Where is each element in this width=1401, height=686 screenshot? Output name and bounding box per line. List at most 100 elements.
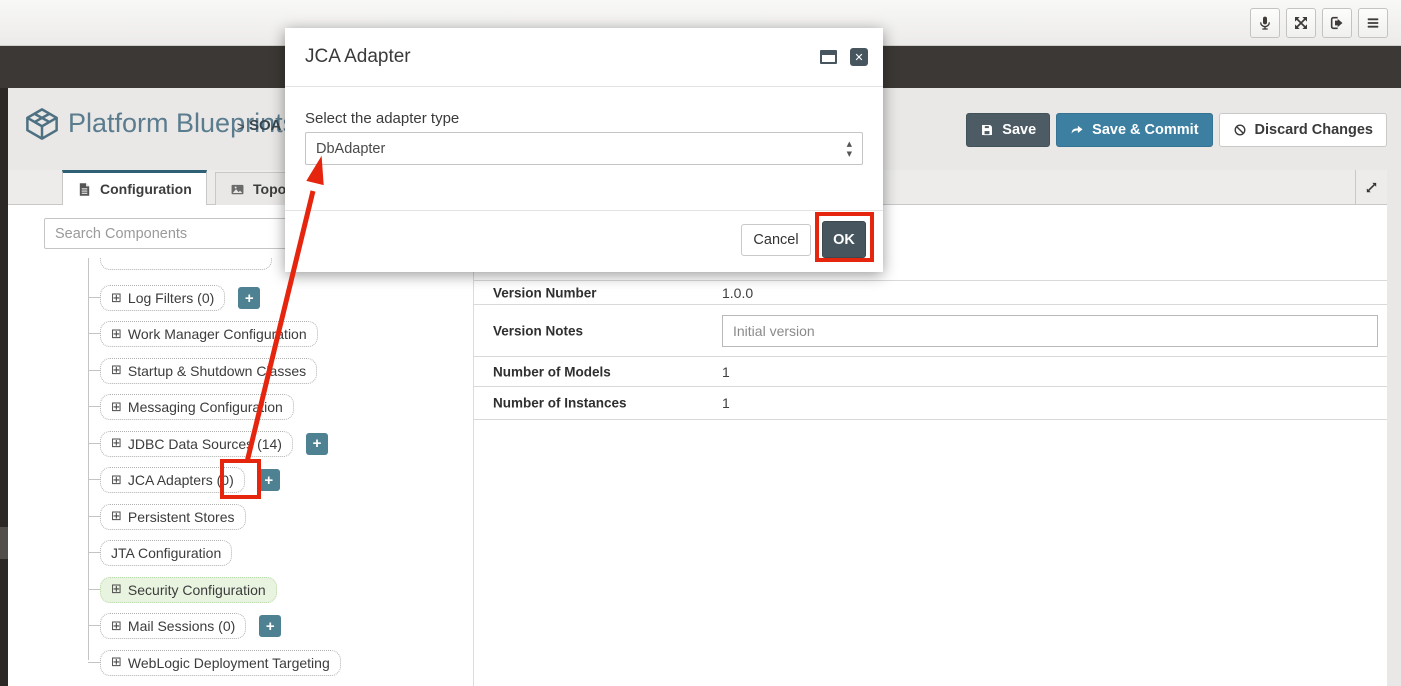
plus-square-icon[interactable]: ⊞ [111, 509, 122, 524]
commit-arrow-icon [1071, 125, 1083, 134]
tree-node: ⊞ JCA Adapters (0) + [88, 467, 280, 494]
plus-square-icon[interactable]: ⊞ [111, 436, 122, 451]
menu-icon [1367, 18, 1379, 28]
microphone-button[interactable] [1250, 8, 1280, 38]
tree-item-box[interactable]: JTA Configuration [100, 540, 233, 567]
tree-item-label: Security Configuration [127, 581, 266, 598]
expand-arrows-icon [1295, 17, 1307, 29]
plus-square-icon[interactable]: ⊞ [111, 400, 122, 415]
detail-row: Number of Models 1 [474, 357, 1387, 387]
tree-item-box[interactable]: ⊞ Security Configuration [100, 576, 277, 603]
tree-node: ⊞ Work Manager Configuration [88, 321, 318, 348]
tree-item-box[interactable]: ⊞ JCA Adapters (0) [100, 467, 245, 494]
detail-row: Number of Instances 1 [474, 387, 1387, 420]
tree-item-box[interactable]: ⊞ Messaging Configuration [100, 394, 294, 421]
ok-button[interactable]: OK [822, 221, 866, 258]
tree-add-button[interactable]: + [238, 287, 261, 309]
tree-item-box[interactable] [100, 258, 272, 270]
detail-row: Version Notes [474, 305, 1387, 357]
tree-connector-line [88, 479, 100, 481]
tree-item-box[interactable]: ⊞ Log Filters (0) [100, 285, 226, 311]
tree-item-label: Log Filters (0) [127, 290, 215, 306]
plus-square-icon[interactable]: ⊞ [111, 619, 122, 634]
dialog-footer: Cancel OK [285, 210, 883, 272]
tree-node: ⊞ Messaging Configuration [88, 394, 294, 421]
tree-node: ⊞ Persistent Stores [88, 503, 246, 530]
discard-changes-label: Discard Changes [1254, 122, 1373, 138]
breadcrumb-current: SOA [249, 117, 282, 134]
tree-add-button[interactable]: + [305, 432, 328, 455]
jca-adapter-dialog: JCA Adapter ✕ Select the adapter type Db… [285, 28, 883, 272]
details-panel: Version Number 1.0.0 Version Notes Number o… [474, 205, 1387, 686]
component-tree: + ⊞ Log Filters (0) + ⊞ Work Manager Configur… [8, 258, 473, 686]
blueprint-cube-icon [26, 108, 58, 140]
tree-node: ⊞ WebLogic Deployment Targeting [88, 649, 341, 676]
tree-item-box[interactable]: ⊞ Startup & Shutdown Classes [100, 357, 318, 384]
plus-square-icon[interactable]: ⊞ [111, 291, 122, 306]
tree-item-box[interactable]: ⊞ WebLogic Deployment Targeting [100, 649, 341, 676]
collapsed-sidebar-strip[interactable] [0, 88, 8, 686]
adapter-type-select[interactable]: DbAdapter ▲ ▼ [305, 132, 863, 165]
tree-item-label: Messaging Configuration [127, 399, 283, 416]
detail-label: Version Notes [493, 323, 584, 338]
select-stepper-icon: ▲ ▼ [846, 140, 852, 158]
plus-square-icon[interactable]: ⊞ [111, 582, 122, 597]
detail-value: 1.0.0 [722, 284, 754, 301]
tree-connector-line [88, 588, 100, 590]
detail-row: Version Number 1.0.0 [474, 280, 1387, 305]
adapter-type-value: DbAdapter [316, 140, 386, 157]
tree-item-box[interactable]: ⊞ Mail Sessions (0) [100, 613, 247, 640]
tree-connector-line [88, 661, 100, 663]
tree-add-button[interactable]: + [257, 469, 280, 492]
tree-trunk-line [88, 258, 89, 660]
tab-configuration[interactable]: Configuration [62, 170, 207, 205]
detail-value: 1 [722, 363, 730, 380]
expand-diagonal-icon [1366, 182, 1376, 192]
tree-item-label: Startup & Shutdown Classes [127, 362, 307, 379]
tree-node: ⊞ JDBC Data Sources (14) + [88, 430, 328, 457]
plus-square-icon[interactable]: ⊞ [111, 473, 122, 488]
cancel-button[interactable]: Cancel [741, 224, 811, 256]
tree-node: ⊞ Mail Sessions (0) + [88, 613, 282, 640]
tree-connector-line [88, 515, 100, 517]
plus-square-icon[interactable]: ⊞ [111, 327, 122, 342]
close-icon[interactable]: ✕ [850, 48, 868, 66]
save-button[interactable]: Save [966, 113, 1051, 147]
ban-icon [1234, 124, 1246, 136]
menu-button[interactable] [1358, 8, 1388, 38]
plus-square-icon[interactable]: ⊞ [111, 363, 122, 378]
tree-item-label: JTA Configuration [111, 545, 222, 562]
window-restore-icon[interactable] [820, 50, 837, 64]
tree-item-label: Work Manager Configuration [127, 326, 307, 343]
breadcrumb-separator: > [237, 119, 245, 134]
tree-connector-line [88, 625, 100, 627]
tree-connector-line [88, 406, 100, 408]
fullscreen-button[interactable] [1286, 8, 1316, 38]
tree-connector-line [88, 552, 100, 554]
tree-node: ⊞ Log Filters (0) + [88, 285, 261, 311]
tree-add-button[interactable]: + [259, 615, 282, 638]
save-label: Save [1002, 122, 1037, 138]
tree-item-label: Persistent Stores [127, 508, 235, 525]
content-panel: + ⊞ Log Filters (0) + ⊞ Work Manager Configur… [8, 205, 1387, 686]
plus-square-icon[interactable]: ⊞ [111, 655, 122, 670]
tree-node-partial: + [100, 258, 307, 270]
save-commit-button[interactable]: Save & Commit [1056, 113, 1213, 147]
detail-label: Version Number [493, 285, 597, 300]
tree-node: JTA Configuration [88, 540, 233, 567]
detail-label: Number of Instances [493, 395, 627, 411]
microphone-icon [1260, 16, 1270, 30]
tree-item-box[interactable]: ⊞ JDBC Data Sources (14) [100, 430, 293, 457]
tree-connector-line [88, 297, 100, 298]
panel-expand-button[interactable] [1355, 170, 1386, 204]
tree-connector-line [88, 369, 100, 371]
discard-changes-button[interactable]: Discard Changes [1218, 113, 1387, 147]
sign-out-button[interactable] [1322, 8, 1352, 38]
tree-node: ⊞ Security Configuration [88, 576, 277, 603]
tree-item-box[interactable]: ⊞ Persistent Stores [100, 503, 246, 530]
sidebar-strip-thumb[interactable] [0, 527, 8, 559]
tree-item-box[interactable]: ⊞ Work Manager Configuration [100, 321, 318, 348]
version-notes-input[interactable] [722, 315, 1378, 347]
tab-configuration-label: Configuration [100, 181, 192, 197]
tree-item-label: JDBC Data Sources (14) [127, 435, 282, 452]
